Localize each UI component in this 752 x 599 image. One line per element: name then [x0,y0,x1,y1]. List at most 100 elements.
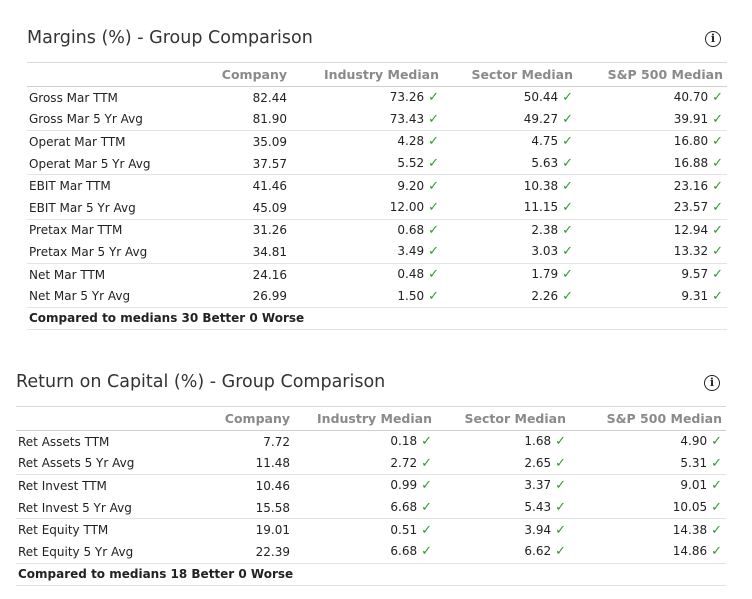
table-row: Ret Assets 5 Yr Avg 11.48 2.72 ✓ 2.65 ✓ 5.31 ✓ [16,452,726,476]
industry-median-value-cell: 2.72 ✓ [294,452,436,476]
sector-median-value-cell: 1.79 ✓ [443,263,577,285]
sp500-median-value-cell: 5.31 ✓ [570,452,726,476]
check-icon: ✓ [555,478,566,494]
col-header-industry: Industry Median [294,407,436,431]
check-icon: ✓ [428,134,439,150]
row-label: Ret Invest 5 Yr Avg [16,496,194,520]
info-icon[interactable]: i [704,375,720,391]
check-icon: ✓ [712,90,723,106]
col-header-sp500: S&P 500 Median [577,63,727,87]
industry-median-value-cell: 0.51 ✓ [294,519,436,541]
sector-median-value: 1.68 [524,434,552,449]
table-row: Operat Mar TTM 35.09 4.28 ✓ 4.75 ✓ 16.80 ✓ [27,131,727,153]
industry-median-value-cell: 9.20 ✓ [291,175,443,197]
check-icon: ✓ [562,244,573,260]
check-icon: ✓ [711,434,722,450]
row-label: EBIT Mar 5 Yr Avg [27,196,199,220]
row-label: Net Mar 5 Yr Avg [27,285,199,308]
check-icon: ✓ [562,267,573,283]
sector-median-value: 4.75 [531,134,559,149]
row-label: Pretax Mar 5 Yr Avg [27,241,199,264]
roc-body: Ret Assets TTM 7.72 0.18 ✓ 1.68 ✓ 4.90 ✓ Ret Ass… [16,431,726,564]
sp500-median-value-cell: 16.80 ✓ [577,131,727,153]
company-value: 34.81 [199,241,291,264]
industry-median-value: 3.49 [397,244,425,259]
table-row: EBIT Mar TTM 41.46 9.20 ✓ 10.38 ✓ 23.16 ✓ [27,175,727,197]
industry-median-value-cell: 3.49 ✓ [291,241,443,264]
check-icon: ✓ [711,544,722,560]
sector-median-value: 5.43 [524,500,552,515]
sector-median-value: 2.38 [531,222,559,237]
sector-median-value: 10.38 [523,178,559,193]
sector-median-value: 49.27 [523,111,559,126]
company-value: 45.09 [199,196,291,220]
check-icon: ✓ [421,544,432,560]
industry-median-value: 73.43 [389,111,425,126]
table-row: Ret Invest 5 Yr Avg 15.58 6.68 ✓ 5.43 ✓ 10.05 ✓ [16,496,726,520]
industry-median-value-cell: 4.28 ✓ [291,131,443,153]
industry-median-value-cell: 6.68 ✓ [294,496,436,520]
industry-median-value: 9.20 [397,178,425,193]
check-icon: ✓ [555,434,566,450]
check-icon: ✓ [562,200,573,216]
industry-median-value: 0.18 [390,434,418,449]
sector-median-value: 3.37 [524,478,552,493]
sector-median-value: 6.62 [524,544,552,559]
roc-title: Return on Capital (%) - Group Comparison [16,372,386,392]
col-header-company: Company [199,63,291,87]
sp500-median-value: 9.01 [680,478,708,493]
row-label: Ret Assets 5 Yr Avg [16,452,194,476]
check-icon: ✓ [712,134,723,150]
sector-median-value: 2.26 [531,288,559,303]
check-icon: ✓ [421,522,432,538]
industry-median-value: 4.28 [397,134,425,149]
sector-median-value-cell: 1.68 ✓ [436,431,570,453]
margins-summary: Compared to medians 30 Better 0 Worse [27,308,727,330]
sector-median-value: 3.03 [531,244,559,259]
check-icon: ✓ [712,222,723,238]
sector-median-value: 50.44 [523,90,559,105]
industry-median-value-cell: 73.43 ✓ [291,108,443,132]
table-row: EBIT Mar 5 Yr Avg 45.09 12.00 ✓ 11.15 ✓ 23.57 ✓ [27,196,727,220]
col-header-sp500: S&P 500 Median [570,407,726,431]
company-value: 26.99 [199,285,291,308]
industry-median-value: 0.51 [390,522,418,537]
industry-median-value-cell: 73.26 ✓ [291,87,443,109]
sp500-median-value: 14.86 [672,544,708,559]
check-icon: ✓ [421,434,432,450]
row-label: Operat Mar TTM [29,134,126,149]
check-icon: ✓ [428,267,439,283]
check-icon: ✓ [712,156,723,172]
check-icon: ✓ [421,478,432,494]
check-icon: ✓ [428,111,439,127]
col-header-sector: Sector Median [436,407,570,431]
check-icon: ✓ [562,156,573,172]
check-icon: ✓ [555,455,566,471]
company-value: 35.09 [252,134,287,149]
company-value: 22.39 [194,540,294,564]
check-icon: ✓ [562,222,573,238]
sp500-median-value: 9.57 [681,267,709,282]
sp500-median-value: 23.16 [673,178,709,193]
check-icon: ✓ [562,288,573,304]
check-icon: ✓ [428,244,439,260]
margins-title: Margins (%) - Group Comparison [27,28,313,48]
check-icon: ✓ [555,522,566,538]
company-value: 10.46 [255,478,290,493]
check-icon: ✓ [711,522,722,538]
info-icon[interactable]: i [705,31,721,47]
sp500-median-value-cell: 14.86 ✓ [570,540,726,564]
sector-median-value-cell: 2.38 ✓ [443,219,577,241]
check-icon: ✓ [712,288,723,304]
check-icon: ✓ [428,288,439,304]
row-label: EBIT Mar TTM [29,179,111,194]
table-row: Ret Equity TTM 19.01 0.51 ✓ 3.94 ✓ 14.38 ✓ [16,519,726,541]
sp500-median-value-cell: 40.70 ✓ [577,87,727,109]
sp500-median-value-cell: 9.31 ✓ [577,285,727,308]
industry-median-value: 0.99 [390,478,418,493]
industry-median-value-cell: 0.18 ✓ [294,431,436,453]
check-icon: ✓ [711,455,722,471]
sp500-median-value-cell: 13.32 ✓ [577,241,727,264]
sp500-median-value-cell: 12.94 ✓ [577,219,727,241]
col-header-industry: Industry Median [291,63,443,87]
